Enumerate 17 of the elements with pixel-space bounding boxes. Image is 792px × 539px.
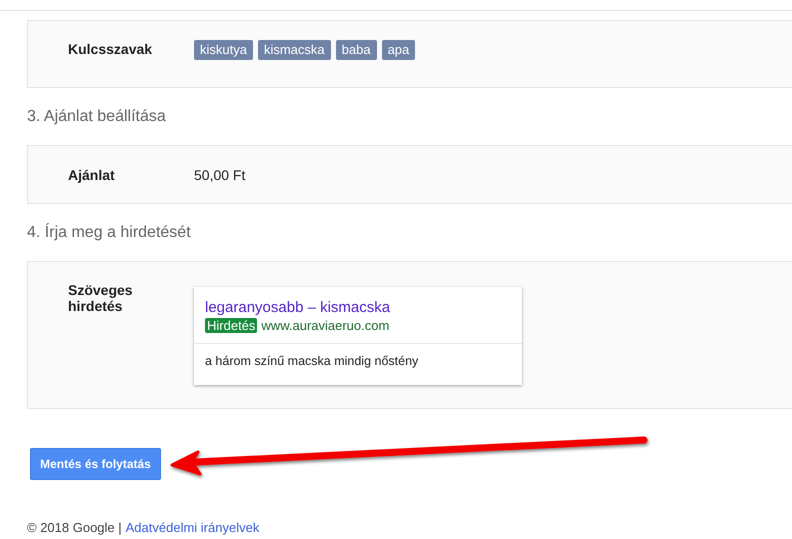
keyword-tag: kiskutya [194,40,253,60]
keyword-tag: apa [382,40,416,60]
ad-url: www.auraviaeruo.com [261,318,390,333]
section-heading: 3. Ajánlat beállítása [27,108,167,126]
copyright-text: © 2018 Google | [27,520,122,535]
keyword-tag: baba [336,40,377,60]
ad-description: a három színű macska mindig nőstény [204,353,420,370]
privacy-link[interactable]: Adatvédelmi irányelvek [126,520,260,535]
field-label: Ajánlat [68,166,116,182]
save-button[interactable]: Mentés és folytatás [30,448,161,480]
ad-title-link[interactable]: legaranyosabb – kismacska [205,299,511,317]
keyword-tag: kismacska [258,40,331,60]
field-label: Kulcsszavak [68,41,154,57]
field-label: Szöveges hirdetés [68,282,134,314]
ad-badge: Hirdetés [205,318,258,333]
section-heading: 4. Írja meg a hirdetését [27,224,192,242]
bid-value: 50,00 Ft [194,166,246,182]
